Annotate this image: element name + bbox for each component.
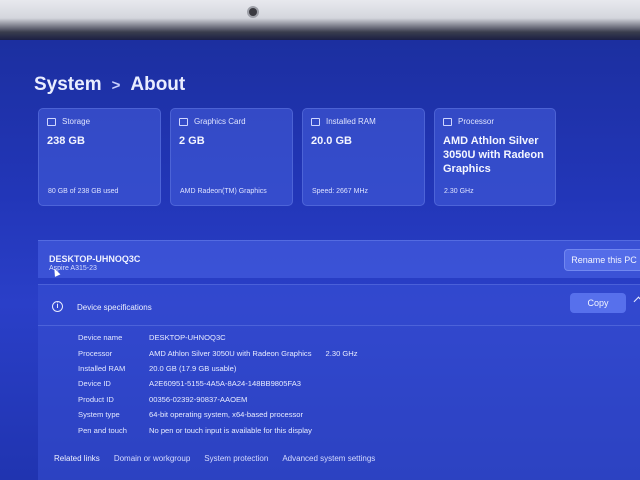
- info-icon: i: [52, 301, 63, 312]
- spec-label: Device ID: [78, 379, 111, 389]
- card-value: 20.0 GB: [311, 135, 352, 147]
- spec-cards: Storage 238 GB 80 GB of 238 GB used Grap…: [38, 108, 556, 206]
- ram-icon: [311, 117, 320, 126]
- graphics-card-icon: [179, 117, 188, 126]
- copy-button[interactable]: Copy: [570, 293, 626, 313]
- breadcrumb-separator: >: [111, 76, 121, 94]
- card-value: AMD Athlon Silver 3050U with Radeon Grap…: [443, 135, 544, 175]
- storage-icon: [47, 117, 56, 126]
- spec-value: A2E60951-5155-4A5A-8A24-148BB9805FA3: [149, 379, 301, 389]
- settings-window: System > About Storage 238 GB 80 GB of 2…: [0, 40, 640, 480]
- spec-label: Device name: [78, 333, 123, 343]
- rename-pc-button[interactable]: Rename this PC: [564, 249, 640, 271]
- spec-value: 00356-02392-90837-AAOEM: [149, 394, 248, 404]
- processor-icon: [443, 117, 452, 126]
- card-label: Installed RAM: [326, 117, 376, 126]
- related-links-label: Related links: [54, 454, 100, 463]
- card-graphics[interactable]: Graphics Card 2 GB AMD Radeon(TM) Graphi…: [170, 108, 293, 206]
- spec-value: No pen or touch input is available for t…: [149, 425, 312, 435]
- page-title: About: [130, 74, 186, 95]
- breadcrumb: System > About: [34, 74, 185, 96]
- spec-value: DESKTOP-UHNOQ3C: [149, 333, 226, 343]
- related-links: Related links Domain or workgroup System…: [54, 454, 375, 463]
- divider: [38, 325, 640, 326]
- pc-name-bar: DESKTOP-UHNOQ3C Aspire A315-23 Rename th…: [38, 240, 640, 278]
- spec-extra: 2.30 GHz: [325, 348, 358, 358]
- card-value: 238 GB: [47, 135, 85, 147]
- pc-name: DESKTOP-UHNOQ3C: [49, 254, 141, 264]
- card-sub: 80 GB of 238 GB used: [48, 188, 119, 195]
- link-advanced-system-settings[interactable]: Advanced system settings: [282, 454, 375, 463]
- card-processor[interactable]: Processor AMD Athlon Silver 3050U with R…: [434, 108, 556, 206]
- card-label: Storage: [62, 117, 91, 126]
- chevron-up-icon[interactable]: [633, 296, 640, 307]
- spec-value: 64-bit operating system, x64-based proce…: [149, 410, 304, 420]
- spec-row-installed-ram: Installed RAM 20.0 GB (17.9 GB usable): [78, 361, 358, 376]
- device-specifications-panel: i Device specifications Copy Device name…: [38, 284, 640, 480]
- laptop-bezel: [0, 0, 640, 40]
- card-ram[interactable]: Installed RAM 20.0 GB Speed: 2667 MHz: [302, 108, 425, 206]
- device-specifications-title: Device specifications: [77, 303, 152, 312]
- device-specifications-header[interactable]: i Device specifications Copy: [38, 285, 640, 325]
- spec-row-device-name: Device name DESKTOP-UHNOQ3C: [78, 330, 358, 345]
- card-value: 2 GB: [179, 135, 205, 147]
- card-storage[interactable]: Storage 238 GB 80 GB of 238 GB used: [38, 108, 161, 206]
- card-label: Graphics Card: [194, 117, 246, 126]
- spec-value: AMD Athlon Silver 3050U with Radeon Grap…: [149, 348, 312, 358]
- spec-row-pen-and-touch: Pen and touch No pen or touch input is a…: [78, 422, 358, 437]
- spec-value: 20.0 GB (17.9 GB usable): [149, 363, 237, 373]
- webcam: [247, 6, 259, 18]
- spec-row-processor: Processor AMD Athlon Silver 3050U with R…: [78, 345, 358, 360]
- spec-row-device-id: Device ID A2E60951-5155-4A5A-8A24-148BB9…: [78, 376, 358, 391]
- spec-row-product-id: Product ID 00356-02392-90837-AAOEM: [78, 392, 358, 407]
- card-sub: Speed: 2667 MHz: [312, 188, 369, 195]
- spec-label: Processor: [78, 348, 113, 358]
- card-sub: 2.30 GHz: [444, 188, 474, 195]
- card-label: Processor: [458, 117, 495, 126]
- spec-label: Pen and touch: [78, 425, 127, 435]
- spec-label: Installed RAM: [78, 363, 126, 373]
- link-system-protection[interactable]: System protection: [204, 454, 268, 463]
- spec-label: Product ID: [78, 394, 114, 404]
- spec-rows: Device name DESKTOP-UHNOQ3C Processor AM…: [78, 330, 358, 438]
- spec-row-system-type: System type 64-bit operating system, x64…: [78, 407, 358, 422]
- card-sub: AMD Radeon(TM) Graphics: [180, 188, 267, 195]
- breadcrumb-system[interactable]: System: [34, 74, 102, 96]
- link-domain-or-workgroup[interactable]: Domain or workgroup: [114, 454, 190, 463]
- spec-label: System type: [78, 410, 120, 420]
